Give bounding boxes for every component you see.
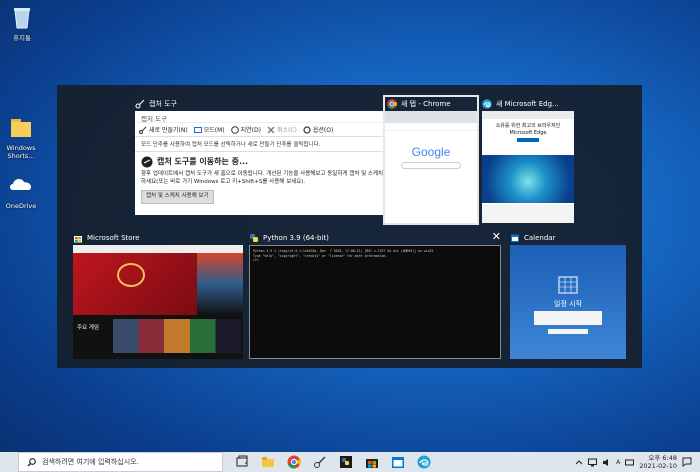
- window-calendar[interactable]: Calendar 일정 시작: [510, 231, 626, 359]
- edge-icon[interactable]: [417, 455, 431, 469]
- calendar-heading: 일정 시작: [554, 300, 582, 308]
- python-icon: [250, 234, 258, 242]
- store-icon: [74, 236, 82, 243]
- clock-date: 2021-02-10: [639, 462, 677, 470]
- options-button[interactable]: 옵션(O): [303, 125, 333, 134]
- window-title: Python 3.9 (64-bit): [263, 234, 329, 242]
- window-title: Calendar: [524, 234, 556, 242]
- store-section-label: 주요 게임: [77, 325, 99, 331]
- clock-time: 오후 6:48: [648, 454, 677, 462]
- clock-icon: [230, 125, 239, 134]
- store-game-tiles: [113, 319, 241, 353]
- calendar-icon: [511, 234, 519, 242]
- window-edge[interactable]: 새 Microsoft Edg... 소유를 위한 최고의 브라우저인 Micr…: [482, 97, 574, 223]
- file-explorer-icon[interactable]: [261, 455, 275, 469]
- snip-sketch-icon: [141, 156, 153, 168]
- python-icon[interactable]: [339, 455, 353, 469]
- ox-emblem: [117, 263, 145, 287]
- close-icon: [267, 126, 275, 133]
- window-thumbnail: 소유를 위한 최고의 브라우저인 Microsoft Edge: [482, 111, 574, 223]
- notice-body: 향후 업데이트에서 캡처 도구가 새 홈으로 이동됩니다. 개선된 기능을 사용…: [141, 171, 422, 185]
- recycle-bin-icon: [14, 8, 30, 29]
- window-chrome[interactable]: 새 탭 - Chrome Google: [383, 95, 479, 225]
- delay-button[interactable]: 지연(D): [230, 125, 261, 134]
- mode-button[interactable]: 모드(M): [193, 125, 225, 134]
- edge-icon: [482, 99, 492, 109]
- volume-icon[interactable]: [602, 458, 611, 467]
- window-python[interactable]: Python 3.9 (64-bit) ✕ Python 3.9.1 (tags…: [249, 231, 501, 359]
- python-console-output: Python 3.9.1 (tags/v3.9.1:1e5d33e, Dec 7…: [253, 249, 434, 262]
- network-icon[interactable]: [588, 458, 598, 467]
- window-title: 캡처 도구: [149, 100, 177, 108]
- store-hero-banner: [73, 253, 197, 315]
- task-view-icon[interactable]: [235, 455, 249, 469]
- notification-icon[interactable]: [682, 457, 692, 467]
- window-header: Python 3.9 (64-bit): [249, 231, 501, 245]
- google-search-box[interactable]: [401, 162, 461, 169]
- window-microsoft-store[interactable]: Microsoft Store 주요 게임: [73, 231, 243, 359]
- calendar-icon[interactable]: [391, 455, 405, 469]
- window-header: Calendar: [510, 231, 626, 245]
- desktop-icon-onedrive[interactable]: OneDrive: [0, 172, 43, 210]
- system-tray: A 오후 6:48 2021-02-10: [575, 452, 692, 472]
- scissors-icon: [139, 126, 147, 134]
- google-logo: Google: [411, 145, 451, 159]
- window-thumbnail: 주요 게임: [73, 245, 243, 359]
- clock[interactable]: 오후 6:48 2021-02-10: [639, 454, 677, 470]
- rectangle-mode-icon: [193, 126, 202, 133]
- notice-title: 캡처 도구를 이동하는 중...: [157, 157, 249, 167]
- search-placeholder: 검색하려면 여기에 입력하십시오.: [42, 458, 139, 466]
- desktop-icon-label: Windows Shorts...: [6, 144, 36, 160]
- folder-icon: [11, 119, 31, 137]
- edge-promo-button[interactable]: [517, 138, 539, 142]
- search-icon: [27, 457, 36, 466]
- window-header: 새 탭 - Chrome: [385, 97, 477, 111]
- gear-icon: [303, 125, 311, 134]
- desktop-icon-shortcut-folder[interactable]: Windows Shorts...: [0, 114, 43, 160]
- edge-hero-image: [482, 155, 574, 203]
- calendar-hero-icon: [558, 276, 578, 294]
- desktop-icon-recycle-bin[interactable]: 휴지통: [0, 4, 44, 42]
- ime-indicator[interactable]: A: [616, 459, 620, 466]
- calendar-start-button[interactable]: [548, 329, 588, 334]
- snipping-tool-icon[interactable]: [313, 455, 327, 469]
- window-title: 새 탭 - Chrome: [401, 100, 451, 108]
- edge-promo-headline: 소유를 위한 최고의 브라우저인 Microsoft Edge: [495, 123, 561, 136]
- try-snip-sketch-button[interactable]: 캡처 및 스케치 사용해 보기: [141, 190, 214, 204]
- window-title: Microsoft Store: [87, 234, 140, 242]
- close-window-button[interactable]: ✕: [492, 231, 501, 243]
- window-thumbnail: Python 3.9.1 (tags/v3.9.1:1e5d33e, Dec 7…: [249, 245, 501, 359]
- window-header: Microsoft Store: [73, 231, 243, 245]
- window-header: 새 Microsoft Edg...: [482, 97, 574, 111]
- store-side-tiles: [197, 253, 243, 315]
- chevron-up-icon[interactable]: [575, 458, 583, 466]
- new-button[interactable]: 새로 만들기(N): [139, 125, 188, 134]
- taskbar-search-box[interactable]: 검색하려면 여기에 입력하십시오.: [18, 452, 223, 472]
- chrome-icon: [387, 99, 397, 109]
- calendar-account-card: [534, 311, 602, 325]
- store-icon[interactable]: [365, 455, 379, 469]
- window-title: 새 Microsoft Edg...: [496, 100, 559, 108]
- taskbar: 검색하려면 여기에 입력하십시오. A 오후 6:48 2021-02-10: [0, 452, 700, 472]
- onedrive-icon: [10, 179, 31, 190]
- snipping-tool-icon: [135, 99, 145, 109]
- chrome-icon[interactable]: [287, 455, 301, 469]
- cancel-button[interactable]: 취소(C): [267, 125, 297, 134]
- task-switcher: 캡처 도구 캡처 도구 새로 만들기(N) 모드(M) 지연(D) 취소(C) …: [57, 85, 642, 368]
- window-thumbnail: Google: [385, 111, 477, 223]
- window-thumbnail: 일정 시작: [510, 245, 626, 359]
- desktop-icon-label: 휴지통: [13, 34, 31, 42]
- keyboard-icon[interactable]: [625, 458, 635, 467]
- desktop-icon-label: OneDrive: [5, 202, 37, 210]
